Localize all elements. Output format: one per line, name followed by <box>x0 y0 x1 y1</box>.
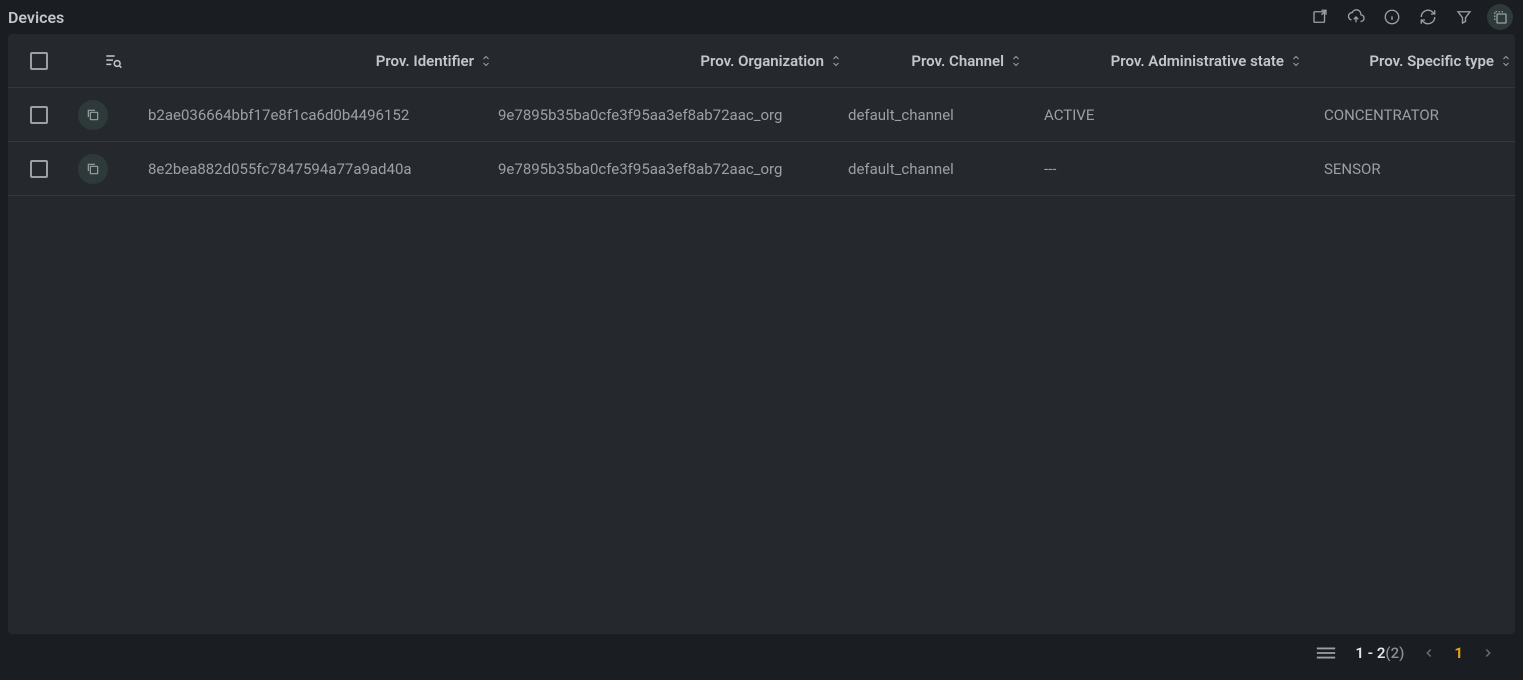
sort-icon[interactable] <box>480 52 492 70</box>
column-label: Prov. Administrative state <box>1111 52 1284 70</box>
table-row[interactable]: b2ae036664bbf17e8f1ca6d0b4496152 9e7895b… <box>8 88 1515 142</box>
density-icon <box>1315 645 1337 661</box>
layout-icon <box>1491 8 1509 26</box>
filter-icon <box>1455 8 1473 26</box>
cell-admin-state: ACTIVE <box>1028 106 1308 124</box>
sort-icon[interactable] <box>1290 52 1302 70</box>
refresh-button[interactable] <box>1415 4 1441 30</box>
export-icon <box>1311 8 1329 26</box>
devices-table: Prov. Identifier Prov. Organization Prov… <box>8 34 1515 634</box>
row-checkbox[interactable] <box>30 160 48 178</box>
next-page-button[interactable] <box>1481 646 1495 660</box>
chevron-left-icon <box>1422 646 1436 660</box>
row-action-cell <box>78 100 148 130</box>
page-header: Devices <box>0 0 1523 34</box>
page-number[interactable]: 1 <box>1454 644 1463 662</box>
cell-admin-state: --- <box>1028 160 1308 178</box>
cell-organization: 9e7895b35ba0cfe3f95aa3ef8ab72aac_org <box>498 160 848 178</box>
column-header-admin-state[interactable]: Prov. Administrative state <box>1028 52 1308 70</box>
row-density-button[interactable] <box>1315 645 1337 661</box>
pagination-range: 1 - 2(2) <box>1355 644 1404 662</box>
table-footer: 1 - 2(2) 1 <box>0 634 1523 662</box>
range-text: 1 - 2 <box>1355 644 1385 662</box>
cell-identifier: 8e2bea882d055fc7847594a77a9ad40a <box>148 160 498 178</box>
list-search-icon <box>103 51 123 71</box>
filter-button[interactable] <box>1451 4 1477 30</box>
cell-specific-type: CONCENTRATOR <box>1308 106 1515 124</box>
row-select-cell <box>18 106 78 124</box>
sort-icon[interactable] <box>1010 52 1022 70</box>
sort-icon[interactable] <box>1500 52 1512 70</box>
copy-icon <box>85 107 101 123</box>
range-total: (2) <box>1385 644 1404 662</box>
row-copy-button[interactable] <box>78 100 108 130</box>
column-label: Prov. Organization <box>700 52 824 70</box>
prev-page-button[interactable] <box>1422 646 1436 660</box>
cell-organization: 9e7895b35ba0cfe3f95aa3ef8ab72aac_org <box>498 106 848 124</box>
table-header-row: Prov. Identifier Prov. Organization Prov… <box>8 34 1515 88</box>
column-label: Prov. Identifier <box>376 52 474 70</box>
export-button[interactable] <box>1307 4 1333 30</box>
upload-icon <box>1347 8 1365 26</box>
refresh-icon <box>1419 8 1437 26</box>
layout-button[interactable] <box>1487 4 1513 30</box>
cell-channel: default_channel <box>848 106 1028 124</box>
toolbar <box>1307 4 1513 30</box>
cell-specific-type: SENSOR <box>1308 160 1515 178</box>
column-label: Prov. Channel <box>911 52 1004 70</box>
table-row[interactable]: 8e2bea882d055fc7847594a77a9ad40a 9e7895b… <box>8 142 1515 196</box>
row-action-cell <box>78 154 148 184</box>
row-checkbox[interactable] <box>30 106 48 124</box>
column-label: Prov. Specific type <box>1369 52 1494 70</box>
page-title: Devices <box>8 8 64 27</box>
column-header-specific-type[interactable]: Prov. Specific type <box>1308 52 1515 70</box>
cell-channel: default_channel <box>848 160 1028 178</box>
column-search-button[interactable] <box>78 51 148 71</box>
column-header-organization[interactable]: Prov. Organization <box>498 52 848 70</box>
info-button[interactable] <box>1379 4 1405 30</box>
upload-button[interactable] <box>1343 4 1369 30</box>
column-header-identifier[interactable]: Prov. Identifier <box>148 52 498 70</box>
select-all-cell <box>18 52 78 70</box>
cell-identifier: b2ae036664bbf17e8f1ca6d0b4496152 <box>148 106 498 124</box>
chevron-right-icon <box>1481 646 1495 660</box>
row-copy-button[interactable] <box>78 154 108 184</box>
row-select-cell <box>18 160 78 178</box>
select-all-checkbox[interactable] <box>30 52 48 70</box>
sort-icon[interactable] <box>830 52 842 70</box>
column-header-channel[interactable]: Prov. Channel <box>848 52 1028 70</box>
copy-icon <box>85 161 101 177</box>
info-icon <box>1383 8 1401 26</box>
